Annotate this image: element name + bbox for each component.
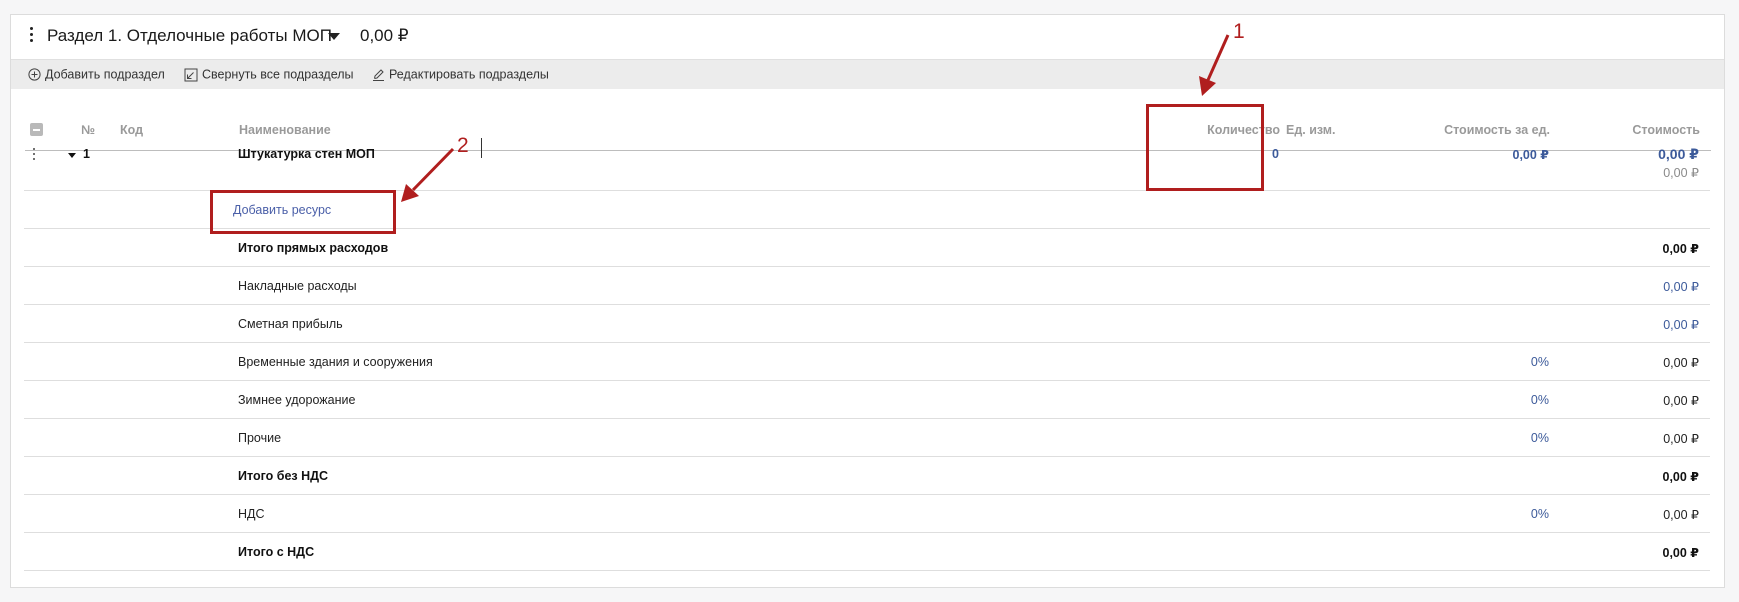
section-menu-icon[interactable] (25, 25, 37, 47)
section-header: Раздел 1. Отделочные работы МОП 0,00 ₽ (11, 15, 1724, 59)
totals-row-value: 0,00 ₽ (1663, 508, 1699, 522)
totals-row-value: 0,00 ₽ (1662, 470, 1700, 484)
column-name: Наименование (239, 123, 331, 137)
column-code: Код (120, 123, 144, 137)
annotation-box-1 (1146, 104, 1264, 191)
add-subsection-label: Добавить подраздел (45, 67, 165, 82)
pencil-icon (373, 69, 384, 82)
section-toolbar: Добавить подраздел Свернуть все подразде… (11, 59, 1724, 89)
add-subsection-button[interactable]: Добавить подраздел (28, 67, 165, 82)
totals-row: Итого прямых расходов 0,00 ₽ (24, 229, 1710, 267)
totals-row-label: Сметная прибыль (238, 317, 343, 331)
select-all-checkbox[interactable] (30, 123, 43, 136)
item-cost-sub: 0,00 ₽ (1663, 166, 1699, 180)
totals-row: Итого без НДС 0,00 ₽ (24, 457, 1710, 495)
totals-row-value[interactable]: 0,00 ₽ (1524, 317, 1699, 332)
annotation-box-2 (210, 190, 396, 234)
chevron-down-icon[interactable] (328, 33, 340, 40)
item-name[interactable]: Штукатурка стен МОП (238, 147, 375, 161)
annotation-label-2: 2 (457, 134, 469, 157)
item-unit-cost[interactable]: 0,00 ₽ (1324, 147, 1550, 162)
totals-row-label: Итого с НДС (238, 545, 315, 559)
totals-row-value[interactable]: 0,00 ₽ (1524, 279, 1699, 294)
totals-row: Временные здания и сооружения 0% 0,00 ₽ (24, 343, 1710, 381)
totals-row-value: 0,00 ₽ (1663, 356, 1699, 370)
totals-row-percent[interactable]: 0% (1324, 507, 1549, 521)
totals-row-label: Прочие (238, 431, 282, 445)
totals-row: Сметная прибыль 0,00 ₽ (24, 305, 1710, 343)
item-cost: 0,00 ₽ (1658, 146, 1699, 162)
column-cost: Стоимость (1632, 123, 1700, 137)
totals-row-value: 0,00 ₽ (1663, 394, 1699, 408)
totals-row-percent[interactable]: 0% (1324, 393, 1549, 407)
item-num: 1 (83, 147, 90, 161)
section-total: 0,00 ₽ (360, 26, 409, 45)
totals-row: Прочие 0% 0,00 ₽ (24, 419, 1710, 457)
totals-row-label: Временные здания и сооружения (238, 355, 433, 369)
collapse-icon (184, 68, 198, 82)
section-title: Раздел 1. Отделочные работы МОП (47, 26, 332, 45)
totals-row-percent[interactable]: 0% (1324, 431, 1549, 445)
table-row[interactable]: 1 Штукатурка стен МОП 0 0,00 ₽ 0,00 ₽ 0,… (24, 136, 1710, 191)
totals-row: Зимнее удорожание 0% 0,00 ₽ (24, 381, 1710, 419)
edit-subsections-label: Редактировать подразделы (389, 67, 549, 82)
totals-row-label: Накладные расходы (238, 279, 357, 293)
totals-row-value: 0,00 ₽ (1663, 432, 1699, 446)
annotation-label-1: 1 (1233, 20, 1245, 43)
text-cursor (481, 138, 482, 158)
totals-row-value: 0,00 ₽ (1662, 546, 1700, 560)
totals-row-value: 0,00 ₽ (1662, 242, 1700, 256)
totals-row: НДС 0% 0,00 ₽ (24, 495, 1710, 533)
collapse-all-label: Свернуть все подразделы (202, 67, 354, 82)
column-num: № (81, 123, 95, 137)
totals-row: Итого с НДС 0,00 ₽ (24, 533, 1710, 571)
totals-row-label: Итого без НДС (238, 469, 329, 483)
column-unit-cost: Стоимость за ед. (1444, 123, 1550, 137)
plus-circle-icon (28, 68, 41, 81)
collapse-all-button[interactable]: Свернуть все подразделы (184, 67, 354, 82)
totals-row-label: НДС (238, 507, 265, 521)
row-menu-icon[interactable] (31, 148, 37, 162)
totals-row-label: Итого прямых расходов (238, 241, 389, 255)
totals-row: Накладные расходы 0,00 ₽ (24, 267, 1710, 305)
totals-row-label: Зимнее удорожание (238, 393, 356, 407)
totals-row-percent[interactable]: 0% (1324, 355, 1549, 369)
chevron-down-icon[interactable] (68, 153, 76, 158)
edit-subsections-button[interactable]: Редактировать подразделы (372, 67, 549, 82)
